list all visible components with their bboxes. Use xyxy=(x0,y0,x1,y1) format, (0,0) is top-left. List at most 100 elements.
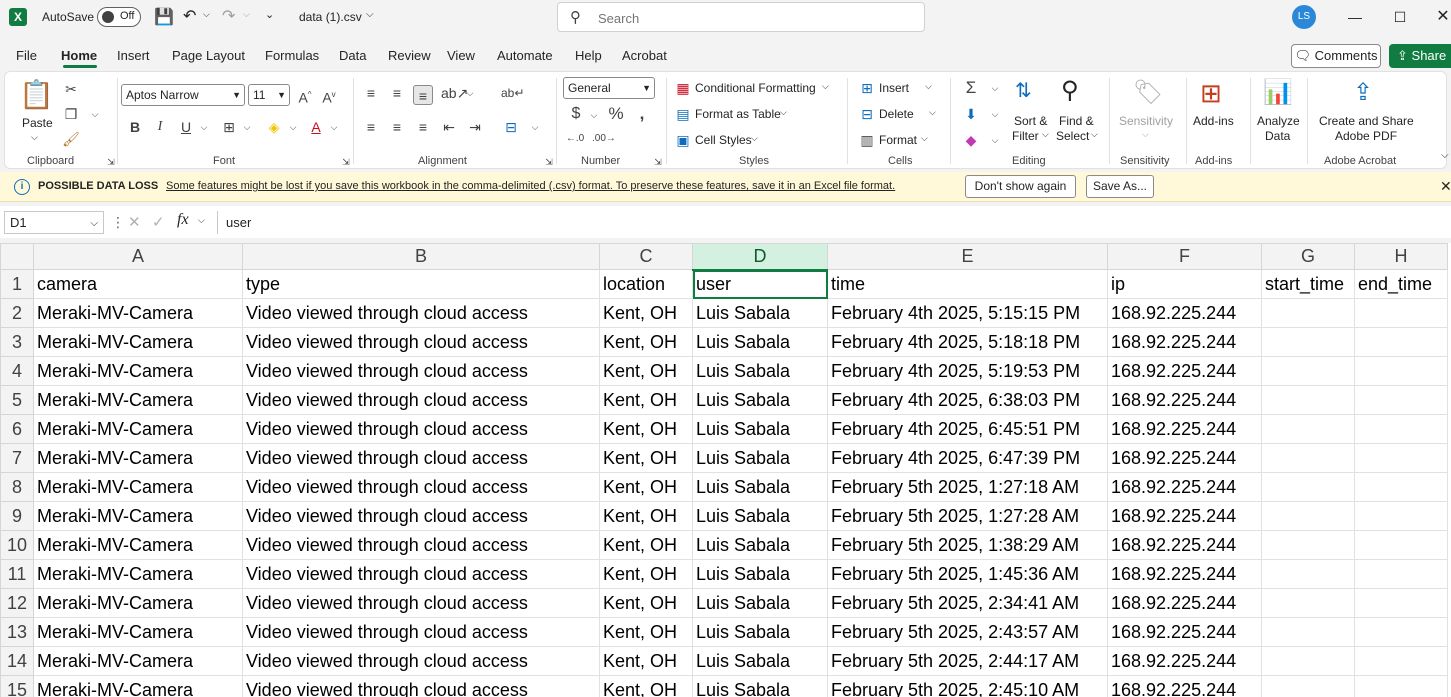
cell[interactable]: 168.92.225.244 xyxy=(1107,501,1262,531)
cell[interactable]: Video viewed through cloud access xyxy=(242,327,600,357)
tab-acrobat[interactable]: Acrobat xyxy=(622,48,667,63)
warning-message-link[interactable]: Some features might be lost if you save … xyxy=(166,180,895,192)
cell[interactable]: 168.92.225.244 xyxy=(1107,298,1262,328)
font-size-select[interactable]: 11 ▼ xyxy=(248,84,290,106)
active-cell[interactable]: user xyxy=(692,269,828,299)
column-header[interactable]: G xyxy=(1261,243,1355,270)
cell-styles-button[interactable]: Cell Styles xyxy=(695,133,752,147)
row-header[interactable]: 1 xyxy=(0,269,34,299)
paste-dropdown-icon[interactable]: ⌵ xyxy=(31,132,38,143)
cell[interactable]: Meraki-MV-Camera xyxy=(33,443,243,473)
close-icon[interactable]: ✕ xyxy=(1428,6,1451,28)
cell[interactable] xyxy=(1354,298,1448,328)
cell[interactable]: Meraki-MV-Camera xyxy=(33,385,243,415)
cell[interactable]: Luis Sabala xyxy=(692,356,828,386)
cell[interactable]: Luis Sabala xyxy=(692,559,828,589)
cell[interactable] xyxy=(1354,385,1448,415)
font-color-dropdown-icon[interactable]: ⌵ xyxy=(324,117,344,137)
cell[interactable]: February 4th 2025, 5:19:53 PM xyxy=(827,356,1108,386)
cell[interactable]: Video viewed through cloud access xyxy=(242,530,600,560)
cell[interactable]: type xyxy=(242,269,600,299)
currency-dropdown-icon[interactable]: ⌵ xyxy=(584,105,604,125)
italic-icon[interactable]: I xyxy=(150,117,170,137)
cell[interactable]: February 4th 2025, 6:47:39 PM xyxy=(827,443,1108,473)
cell[interactable] xyxy=(1261,298,1355,328)
decrease-indent-icon[interactable]: ⇤ xyxy=(439,117,459,137)
fill-dropdown-icon[interactable]: ⌵ xyxy=(985,104,1005,124)
comma-style-icon[interactable]: , xyxy=(632,104,652,124)
tab-insert[interactable]: Insert xyxy=(117,48,150,63)
cell[interactable]: Video viewed through cloud access xyxy=(242,298,600,328)
cell[interactable] xyxy=(1261,646,1355,676)
merge-center-icon[interactable]: ⊟ xyxy=(501,117,521,137)
cell[interactable] xyxy=(1354,675,1448,697)
increase-indent-icon[interactable]: ⇥ xyxy=(465,117,485,137)
cell[interactable]: Kent, OH xyxy=(599,385,693,415)
delete-button[interactable]: Delete xyxy=(879,107,914,121)
sensitivity-button[interactable]: Sensitivity xyxy=(1119,114,1173,128)
insert-button[interactable]: Insert xyxy=(879,81,909,95)
cell[interactable]: Video viewed through cloud access xyxy=(242,443,600,473)
clear-icon[interactable]: ◆ xyxy=(961,130,981,150)
row-header[interactable]: 14 xyxy=(0,646,34,676)
cell[interactable]: Video viewed through cloud access xyxy=(242,559,600,589)
row-header[interactable]: 15 xyxy=(0,675,34,697)
cell[interactable]: February 4th 2025, 6:38:03 PM xyxy=(827,385,1108,415)
cell[interactable] xyxy=(1354,414,1448,444)
bold-icon[interactable]: B xyxy=(125,117,145,137)
tab-review[interactable]: Review xyxy=(388,48,431,63)
cell[interactable]: Meraki-MV-Camera xyxy=(33,472,243,502)
percent-icon[interactable]: % xyxy=(606,104,626,124)
row-header[interactable]: 6 xyxy=(0,414,34,444)
tab-file[interactable]: File xyxy=(16,48,37,63)
cell[interactable]: ip xyxy=(1107,269,1262,299)
tab-view[interactable]: View xyxy=(447,48,475,63)
cell[interactable] xyxy=(1261,617,1355,647)
row-header[interactable]: 2 xyxy=(0,298,34,328)
number-launcher-icon[interactable]: ⇲ xyxy=(648,152,668,172)
column-header[interactable]: A xyxy=(33,243,243,270)
cell[interactable]: Meraki-MV-Camera xyxy=(33,327,243,357)
align-right-icon[interactable]: ≡ xyxy=(413,117,433,137)
align-left-icon[interactable]: ≡ xyxy=(361,117,381,137)
add-ins-button[interactable]: Add-ins xyxy=(1193,114,1234,128)
cell[interactable]: Kent, OH xyxy=(599,414,693,444)
cell[interactable] xyxy=(1354,646,1448,676)
save-icon[interactable]: 💾 xyxy=(154,7,174,27)
cell[interactable] xyxy=(1354,327,1448,357)
confirm-entry-icon[interactable]: ✓ xyxy=(152,213,165,231)
cell[interactable]: Luis Sabala xyxy=(692,443,828,473)
cell[interactable]: 168.92.225.244 xyxy=(1107,617,1262,647)
cell[interactable]: Video viewed through cloud access xyxy=(242,501,600,531)
cell[interactable]: Video viewed through cloud access xyxy=(242,356,600,386)
copy-icon[interactable]: ❐ xyxy=(61,104,81,124)
cell[interactable] xyxy=(1261,501,1355,531)
sort-filter-icon[interactable]: ⇅ xyxy=(1015,78,1032,103)
undo-dropdown-icon[interactable]: ⌵ xyxy=(203,9,210,20)
add-ins-icon[interactable]: ⊞ xyxy=(1200,78,1222,109)
cancel-entry-icon[interactable]: ✕ xyxy=(128,213,141,231)
format-table-dropdown-icon[interactable]: ⌵ xyxy=(780,107,787,118)
analyze-label[interactable]: Analyze xyxy=(1257,114,1300,128)
sensitivity-icon[interactable]: 🏷 xyxy=(1133,78,1163,107)
cell[interactable]: 168.92.225.244 xyxy=(1107,414,1262,444)
cell[interactable] xyxy=(1261,356,1355,386)
fill-dropdown-icon[interactable]: ⌵ xyxy=(283,117,303,137)
borders-dropdown-icon[interactable]: ⌵ xyxy=(237,117,257,137)
cell[interactable]: February 5th 2025, 2:43:57 AM xyxy=(827,617,1108,647)
cell[interactable]: time xyxy=(827,269,1108,299)
cell[interactable] xyxy=(1261,675,1355,697)
cell[interactable]: Meraki-MV-Camera xyxy=(33,675,243,697)
conditional-dropdown-icon[interactable]: ⌵ xyxy=(822,81,829,92)
cell[interactable]: 168.92.225.244 xyxy=(1107,385,1262,415)
cell[interactable]: Meraki-MV-Camera xyxy=(33,298,243,328)
fill-color-icon[interactable]: ◈ xyxy=(264,117,284,137)
cell[interactable] xyxy=(1354,530,1448,560)
align-bottom-icon[interactable]: ≡ xyxy=(413,85,433,105)
cell[interactable]: Luis Sabala xyxy=(692,501,828,531)
tab-home[interactable]: Home xyxy=(61,48,97,63)
row-header[interactable]: 12 xyxy=(0,588,34,618)
cell[interactable]: 168.92.225.244 xyxy=(1107,675,1262,697)
cell[interactable]: Kent, OH xyxy=(599,675,693,697)
cell[interactable]: 168.92.225.244 xyxy=(1107,472,1262,502)
